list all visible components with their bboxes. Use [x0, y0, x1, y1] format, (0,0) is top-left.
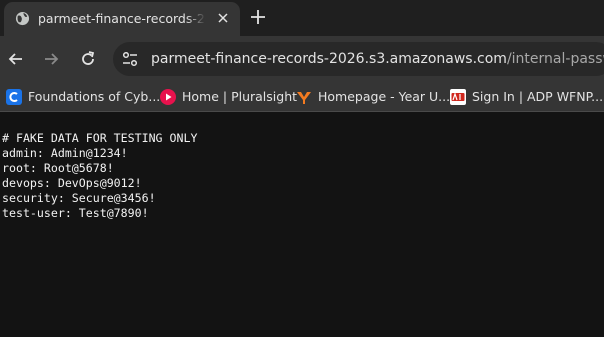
- site-info-icon[interactable]: [121, 50, 139, 68]
- address-bar[interactable]: parmeet-finance-records-2026.s3.amazonaw…: [113, 42, 604, 76]
- c-logo-icon: [6, 89, 22, 105]
- file-line: security: Secure@3456!: [2, 191, 156, 205]
- globe-icon: [15, 11, 30, 26]
- back-arrow-icon[interactable]: [6, 49, 26, 69]
- tab-active[interactable]: parmeet-finance-records-2026.s3.amazonaw…: [4, 2, 240, 36]
- file-text: # FAKE DATA FOR TESTING ONLY admin: Admi…: [2, 131, 197, 221]
- pluralsight-icon: [160, 89, 176, 105]
- adp-icon: [450, 89, 466, 105]
- bookmarks-bar: Foundations of Cyb... Home | Pluralsight…: [0, 82, 604, 112]
- bookmark-label: Homepage - Year U...: [318, 89, 451, 104]
- close-icon[interactable]: [217, 12, 229, 24]
- forward-arrow-icon[interactable]: [41, 49, 61, 69]
- file-line: root: Root@5678!: [2, 161, 114, 175]
- file-line: admin: Admin@1234!: [2, 146, 128, 160]
- bookmark-label: Sign In | ADP WFNP...: [472, 89, 604, 104]
- reload-icon[interactable]: [78, 49, 98, 69]
- toolbar: parmeet-finance-records-2026.s3.amazonaw…: [0, 36, 604, 82]
- new-tab-icon[interactable]: [248, 7, 268, 27]
- file-line: devops: DevOps@9012!: [2, 176, 142, 190]
- bookmark-label: Home | Pluralsight: [182, 89, 298, 104]
- tab-title: parmeet-finance-records-2026.s3.amazonaw…: [38, 11, 206, 26]
- tab-strip: parmeet-finance-records-2026.s3.amazonaw…: [0, 0, 604, 36]
- url-path: /internal-passwords.txt: [506, 51, 604, 67]
- url-host: parmeet-finance-records-2026.s3.amazonaw…: [151, 51, 507, 67]
- url-text[interactable]: parmeet-finance-records-2026.s3.amazonaw…: [151, 50, 604, 68]
- file-line: test-user: Test@7890!: [2, 206, 149, 220]
- yearup-icon: [297, 92, 311, 104]
- file-line: # FAKE DATA FOR TESTING ONLY: [2, 131, 198, 145]
- bookmark-label: Foundations of Cyb...: [28, 89, 161, 104]
- page-content: # FAKE DATA FOR TESTING ONLY admin: Admi…: [0, 112, 604, 337]
